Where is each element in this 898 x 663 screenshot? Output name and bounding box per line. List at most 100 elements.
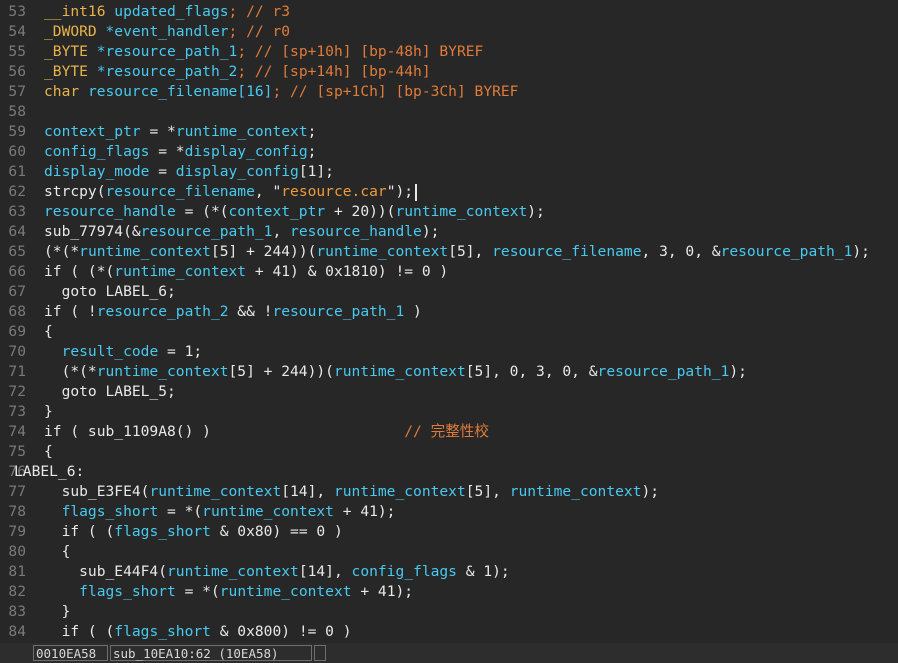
code-identifier[interactable]: *resource_path_1 — [97, 43, 238, 60]
code-identifier[interactable]: resource_path_1 — [141, 223, 273, 240]
code-identifier[interactable]: resource_filename — [106, 183, 255, 200]
code-line[interactable]: 64 sub_77974(&resource_path_1, resource_h… — [0, 222, 439, 242]
code-line[interactable]: 58 — [0, 102, 44, 122]
code-token: , 3, 0, & — [641, 243, 721, 260]
code-line[interactable]: 59 context_ptr = *runtime_context; — [0, 122, 316, 142]
code-line[interactable]: 53 __int16 updated_flags; // r3 — [0, 2, 290, 22]
code-token: LABEL_6: — [14, 463, 85, 480]
code-line[interactable]: 72 goto LABEL_5; — [0, 382, 176, 402]
code-identifier[interactable]: runtime_context — [97, 363, 229, 380]
code-token: ); — [852, 243, 870, 260]
code-line[interactable]: 73} — [0, 402, 53, 422]
code-token: } — [44, 403, 53, 420]
code-text: (*(*runtime_context[5] + 244))(runtime_c… — [44, 243, 870, 260]
code-identifier[interactable]: runtime_context — [334, 483, 466, 500]
code-line[interactable]: 81 sub_E44F4(runtime_context[14], config… — [0, 562, 509, 582]
code-line[interactable]: 79 if ( (flags_short & 0x80) == 0 ) — [0, 522, 342, 542]
code-line[interactable]: 70 result_code = 1; — [0, 342, 202, 362]
code-token: + 41); — [333, 503, 396, 520]
code-comment: 完整性校 — [430, 423, 489, 440]
code-identifier[interactable]: context_ptr — [44, 123, 141, 140]
line-number: 84 — [8, 623, 26, 640]
code-line[interactable]: 74 if ( sub_1109A8() ) // 完整性校 — [0, 422, 489, 442]
line-number: 82 — [8, 583, 26, 600]
line-number: 79 — [8, 523, 26, 540]
code-line[interactable]: 68 if ( !resource_path_2 && !resource_pat… — [0, 302, 422, 322]
code-identifier[interactable]: resource_path_2 — [97, 303, 229, 320]
code-text: strcpy(resource_filename, "resource.car"… — [44, 183, 418, 201]
code-identifier[interactable]: runtime_context — [167, 563, 299, 580]
code-line[interactable]: 80 { — [0, 542, 70, 562]
code-identifier[interactable]: runtime_context — [202, 503, 334, 520]
code-identifier[interactable]: updated_flags — [114, 3, 228, 20]
pseudocode-editor[interactable]: 53 __int16 updated_flags; // r3 54 _DWORD *… — [0, 0, 898, 643]
code-identifier[interactable]: runtime_context — [220, 583, 352, 600]
code-line[interactable]: 54 _DWORD *event_handler; // r0 — [0, 22, 290, 42]
code-comment: ; // r0 — [228, 23, 291, 40]
code-token: ) — [404, 303, 422, 320]
code-line[interactable]: 82 flags_short = *(runtime_context + 41)… — [0, 582, 413, 602]
code-identifier[interactable]: resource_path_1 — [598, 363, 730, 380]
code-token: && ! — [228, 303, 273, 320]
code-identifier[interactable]: config_flags — [44, 143, 149, 160]
code-token: = (*( — [175, 203, 229, 220]
code-line[interactable]: 66 if ( (*(runtime_context + 41) & 0x1810… — [0, 262, 448, 282]
code-identifier[interactable]: resource_path_1 — [721, 243, 853, 260]
code-identifier[interactable]: runtime_context — [176, 123, 308, 140]
line-number: 77 — [8, 483, 26, 500]
code-line[interactable]: 71 (*(*runtime_context[5] + 244))(runtim… — [0, 362, 747, 382]
code-text: config_flags = *display_config; — [44, 143, 316, 160]
code-token: sub_77974(& — [44, 223, 141, 240]
line-number: 65 — [8, 243, 26, 260]
code-line[interactable]: 62 strcpy(resource_filename, "resource.ca… — [0, 182, 418, 202]
code-identifier[interactable]: resource_handle — [290, 223, 422, 240]
code-line[interactable]: 84 if ( (flags_short & 0x800) != 0 ) — [0, 622, 351, 642]
code-identifier[interactable]: flags_short — [62, 503, 159, 520]
code-line[interactable]: 69 { — [0, 322, 52, 342]
code-token: if ( (*( — [44, 263, 115, 280]
code-identifier[interactable]: resource_path_1 — [272, 303, 404, 320]
code-identifier[interactable]: display_config — [176, 163, 299, 180]
code-text: goto LABEL_5; — [44, 383, 176, 400]
code-identifier[interactable]: resource_filename[16] — [88, 83, 273, 100]
code-identifier[interactable]: runtime_context — [334, 363, 466, 380]
code-identifier[interactable]: runtime_context — [395, 203, 527, 220]
code-line[interactable]: 55 _BYTE *resource_path_1; // [sp+10h] [b… — [0, 42, 483, 62]
line-number: 78 — [8, 503, 26, 520]
code-identifier[interactable]: flags_short — [114, 523, 211, 540]
code-line[interactable]: 57 char resource_filename[16]; // [sp+1Ch… — [0, 82, 518, 102]
code-line[interactable]: 67 goto LABEL_6; — [0, 282, 175, 302]
code-identifier[interactable]: *event_handler — [106, 23, 229, 40]
code-line[interactable]: 60 config_flags = *display_config; — [0, 142, 316, 162]
code-token: _BYTE — [44, 43, 97, 60]
code-text: sub_77974(&resource_path_1, resource_han… — [44, 223, 439, 240]
code-token: (*(* — [44, 243, 80, 260]
line-number: 53 — [8, 3, 26, 20]
code-line[interactable]: 83 } — [0, 602, 70, 622]
code-identifier[interactable]: resource_handle — [44, 203, 176, 220]
code-line[interactable]: 65 (*(*runtime_context[5] + 244))(runtime… — [0, 242, 870, 262]
code-identifier[interactable]: runtime_context — [114, 263, 246, 280]
code-line[interactable]: 56 _BYTE *resource_path_2; // [sp+14h] [b… — [0, 62, 430, 82]
line-number: 56 — [8, 63, 26, 80]
code-identifier[interactable]: *resource_path_2 — [97, 63, 238, 80]
code-identifier[interactable]: flags_short — [79, 583, 176, 600]
code-line[interactable]: 63 resource_handle = (*(context_ptr + 20)… — [0, 202, 544, 222]
code-line[interactable]: 77 sub_E3FE4(runtime_context[14], runtim… — [0, 482, 659, 502]
code-identifier[interactable]: runtime_context — [79, 243, 211, 260]
code-line[interactable]: 61 display_mode = display_config[1]; — [0, 162, 334, 182]
code-line[interactable]: 78 flags_short = *(runtime_context + 41)… — [0, 502, 395, 522]
code-line[interactable]: 75 { — [0, 442, 52, 462]
code-identifier[interactable]: runtime_context — [510, 483, 642, 500]
code-identifier[interactable]: resource_filename — [492, 243, 641, 260]
line-number: 74 — [8, 423, 26, 440]
code-line[interactable]: 76LABEL_6: — [0, 462, 102, 482]
code-identifier[interactable]: config_flags — [352, 563, 457, 580]
code-identifier[interactable]: runtime_context — [149, 483, 281, 500]
code-identifier[interactable]: display_mode — [44, 163, 149, 180]
code-identifier[interactable]: result_code — [62, 343, 159, 360]
code-identifier[interactable]: flags_short — [114, 623, 211, 640]
code-identifier[interactable]: context_ptr — [229, 203, 326, 220]
code-identifier[interactable]: display_config — [185, 143, 308, 160]
code-identifier[interactable]: runtime_context — [316, 243, 448, 260]
